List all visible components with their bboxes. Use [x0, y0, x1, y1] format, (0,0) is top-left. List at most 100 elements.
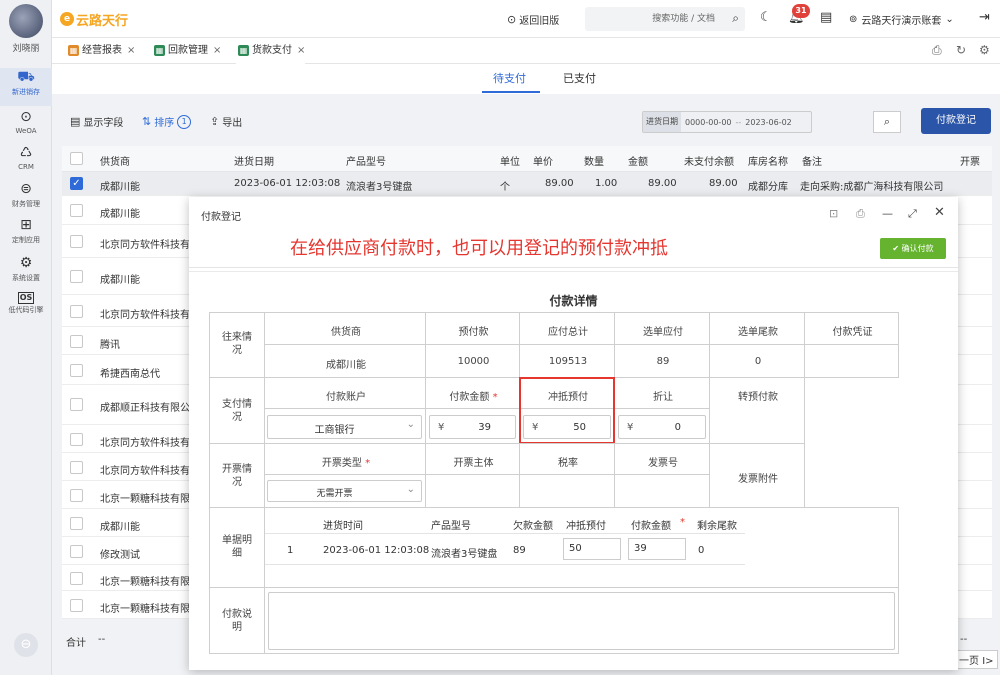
maximize-icon[interactable]: ⤢ [908, 207, 917, 221]
nav-item-weoa[interactable]: ⊙ WeOA [0, 108, 52, 146]
global-search[interactable]: ⌕ [585, 7, 745, 31]
search-icon[interactable]: ⌕ [732, 11, 739, 26]
search-input[interactable] [585, 7, 717, 31]
invoice-entity-cell[interactable] [425, 474, 520, 508]
detail-offset-input[interactable]: 50 [563, 538, 621, 560]
detail-pay-input[interactable]: 39 [628, 538, 686, 560]
check-icon: ✔ [892, 244, 900, 253]
top-bar: e 云路天行 ⊙ 返回旧版 ⌕ ☾ 🔔︎ 31 ▤ ⊚ 云路天行演示账套 ⌄ ⇥ [52, 0, 1000, 38]
avatar[interactable] [9, 4, 43, 38]
invoice-number-cell[interactable] [614, 474, 710, 508]
date-range-filter[interactable]: 进货日期 0000-00-00 -- 2023-06-02 [642, 111, 812, 133]
logo-mark-icon: e [60, 12, 74, 26]
print-icon[interactable]: ⎙ [856, 207, 865, 221]
close-icon[interactable]: × [127, 45, 135, 56]
tab-collection-management[interactable]: ▦ 回款管理 × [152, 38, 221, 64]
grid-header-cell: 转预付款 [709, 377, 805, 444]
show-fields-button[interactable]: ▤ 显示字段 [70, 114, 123, 129]
confirm-payment-button[interactable]: ✔ 确认付款 [880, 238, 946, 259]
row-checkbox[interactable] [70, 204, 83, 217]
nav-item-inventory[interactable]: ⛟ 新进销存 [0, 68, 52, 106]
app-logo-icon[interactable]: ⊖ [14, 633, 38, 657]
row-checkbox[interactable] [70, 433, 83, 446]
remark-section-label: 付款说明 [209, 587, 265, 654]
sort-button[interactable]: ⇅ 排序 1 [142, 114, 192, 129]
row-checkbox[interactable] [70, 572, 83, 585]
list-toolbar: ▤ 显示字段 ⇅ 排序 1 ⇪ 导出 进货日期 0000-00-00 -- 20… [62, 104, 992, 140]
row-checkbox[interactable] [70, 305, 83, 318]
date-from-input[interactable]: 0000-00-00 [681, 118, 736, 127]
export-button[interactable]: ⇪ 导出 [210, 114, 242, 129]
date-search-button[interactable]: ⌕ [873, 111, 901, 133]
required-mark: * [492, 392, 498, 403]
tab-paid[interactable]: 已支付 [563, 70, 596, 86]
payment-voucher-cell [804, 344, 899, 378]
chevron-down-icon: ⌄ [406, 419, 415, 430]
grid-header-cell: 折让 [614, 377, 710, 409]
row-checkbox[interactable] [70, 364, 83, 377]
row-checkbox[interactable] [70, 545, 83, 558]
crm-icon: ♺ [19, 145, 33, 161]
row-checkbox[interactable] [70, 235, 83, 248]
back-to-old-version-link[interactable]: ⊙ 返回旧版 [507, 12, 559, 27]
dialog-header: 付款登记 ⊡ ⎙ — ⤢ ✕ [189, 197, 958, 231]
divider [265, 533, 745, 534]
gear-icon[interactable]: ⚙ [979, 43, 990, 57]
ocr-icon[interactable]: ⊡ [829, 207, 838, 220]
refresh-icon[interactable]: ↻ [956, 43, 966, 57]
divider [189, 267, 958, 268]
payment-amount-input[interactable]: ¥39 [429, 415, 516, 439]
minimize-icon[interactable]: — [882, 207, 893, 220]
nav-item-custom-apps[interactable]: ⊞ 定制应用 [0, 216, 52, 254]
row-checkbox[interactable] [70, 270, 83, 283]
invoice-attachment-cell[interactable]: 发票附件 [709, 443, 805, 508]
history-prepay-value: 10000 [425, 344, 520, 378]
nav-item-crm[interactable]: ♺ CRM [0, 144, 52, 182]
required-mark: * [365, 458, 371, 469]
close-icon[interactable]: × [297, 45, 305, 56]
document-icon[interactable]: ▤ [820, 10, 832, 25]
active-tab-indicator [482, 91, 540, 93]
nav-item-system-settings[interactable]: ⚙ 系统设置 [0, 254, 52, 292]
chevron-down-icon: ⌄ [406, 484, 415, 495]
nav-item-finance[interactable]: ⊜ 财务管理 [0, 180, 52, 218]
tab-pending-payment[interactable]: 待支付 [493, 70, 526, 86]
payment-register-dialog: 付款登记 ⊡ ⎙ — ⤢ ✕ 在给供应商付款时，也可以用登记的预付款冲抵 ✔ 确… [189, 197, 958, 670]
logout-icon[interactable]: ⇥ [979, 10, 990, 25]
grid-header-cell: 付款金额 * [425, 377, 520, 409]
divider [265, 564, 745, 565]
table-row[interactable]: ✓ 成都川能 2023-06-01 12:03:08 流浪者3号键盘 个 89.… [62, 172, 992, 196]
detail-title: 付款详情 [549, 294, 598, 308]
company-switcher[interactable]: ⊚ 云路天行演示账套 ⌄ [849, 12, 954, 27]
payment-account-select[interactable]: 工商银行 ⌄ [267, 415, 422, 439]
close-icon[interactable]: × [213, 45, 221, 56]
remark-textarea[interactable] [268, 592, 895, 650]
dialog-title: 付款登记 [201, 212, 241, 223]
discount-input[interactable]: ¥0 [618, 415, 706, 439]
close-icon[interactable]: ✕ [934, 205, 945, 220]
dark-mode-icon[interactable]: ☾ [760, 10, 772, 25]
row-checkbox[interactable] [70, 335, 83, 348]
payment-register-button[interactable]: 付款登记 [921, 108, 991, 134]
row-checkbox[interactable] [70, 461, 83, 474]
gear-circle-icon: ⊙ [20, 109, 32, 125]
left-nav: 刘晓丽 ⛟ 新进销存 ⊙ WeOA ♺ CRM ⊜ 财务管理 ⊞ 定制应用 ⚙ … [0, 0, 52, 675]
grid-icon: ⊞ [20, 217, 32, 233]
tab-business-report[interactable]: ▦ 经营报表 × [66, 38, 135, 64]
invoice-type-select[interactable]: 无需开票 ⌄ [267, 480, 422, 502]
row-checkbox[interactable] [70, 599, 83, 612]
select-all-checkbox[interactable] [70, 152, 83, 165]
invoice-section-label: 开票情况 [209, 443, 265, 508]
tab-payment[interactable]: ▦ 货款支付 × [236, 38, 306, 64]
row-checkbox[interactable] [70, 517, 83, 530]
date-to-input[interactable]: 2023-06-02 [741, 118, 796, 127]
row-checkbox[interactable]: ✓ [70, 177, 83, 190]
search-icon: ⌕ [883, 115, 891, 128]
tax-rate-cell[interactable] [519, 474, 615, 508]
row-checkbox[interactable] [70, 398, 83, 411]
next-page-button[interactable]: 一页 I> [955, 650, 998, 669]
row-checkbox[interactable] [70, 489, 83, 502]
nav-item-lowcode[interactable]: OS 低代码引擎 [0, 292, 52, 330]
sort-icon: ⇅ [142, 115, 152, 128]
print-icon[interactable]: ⎙ [932, 43, 942, 58]
